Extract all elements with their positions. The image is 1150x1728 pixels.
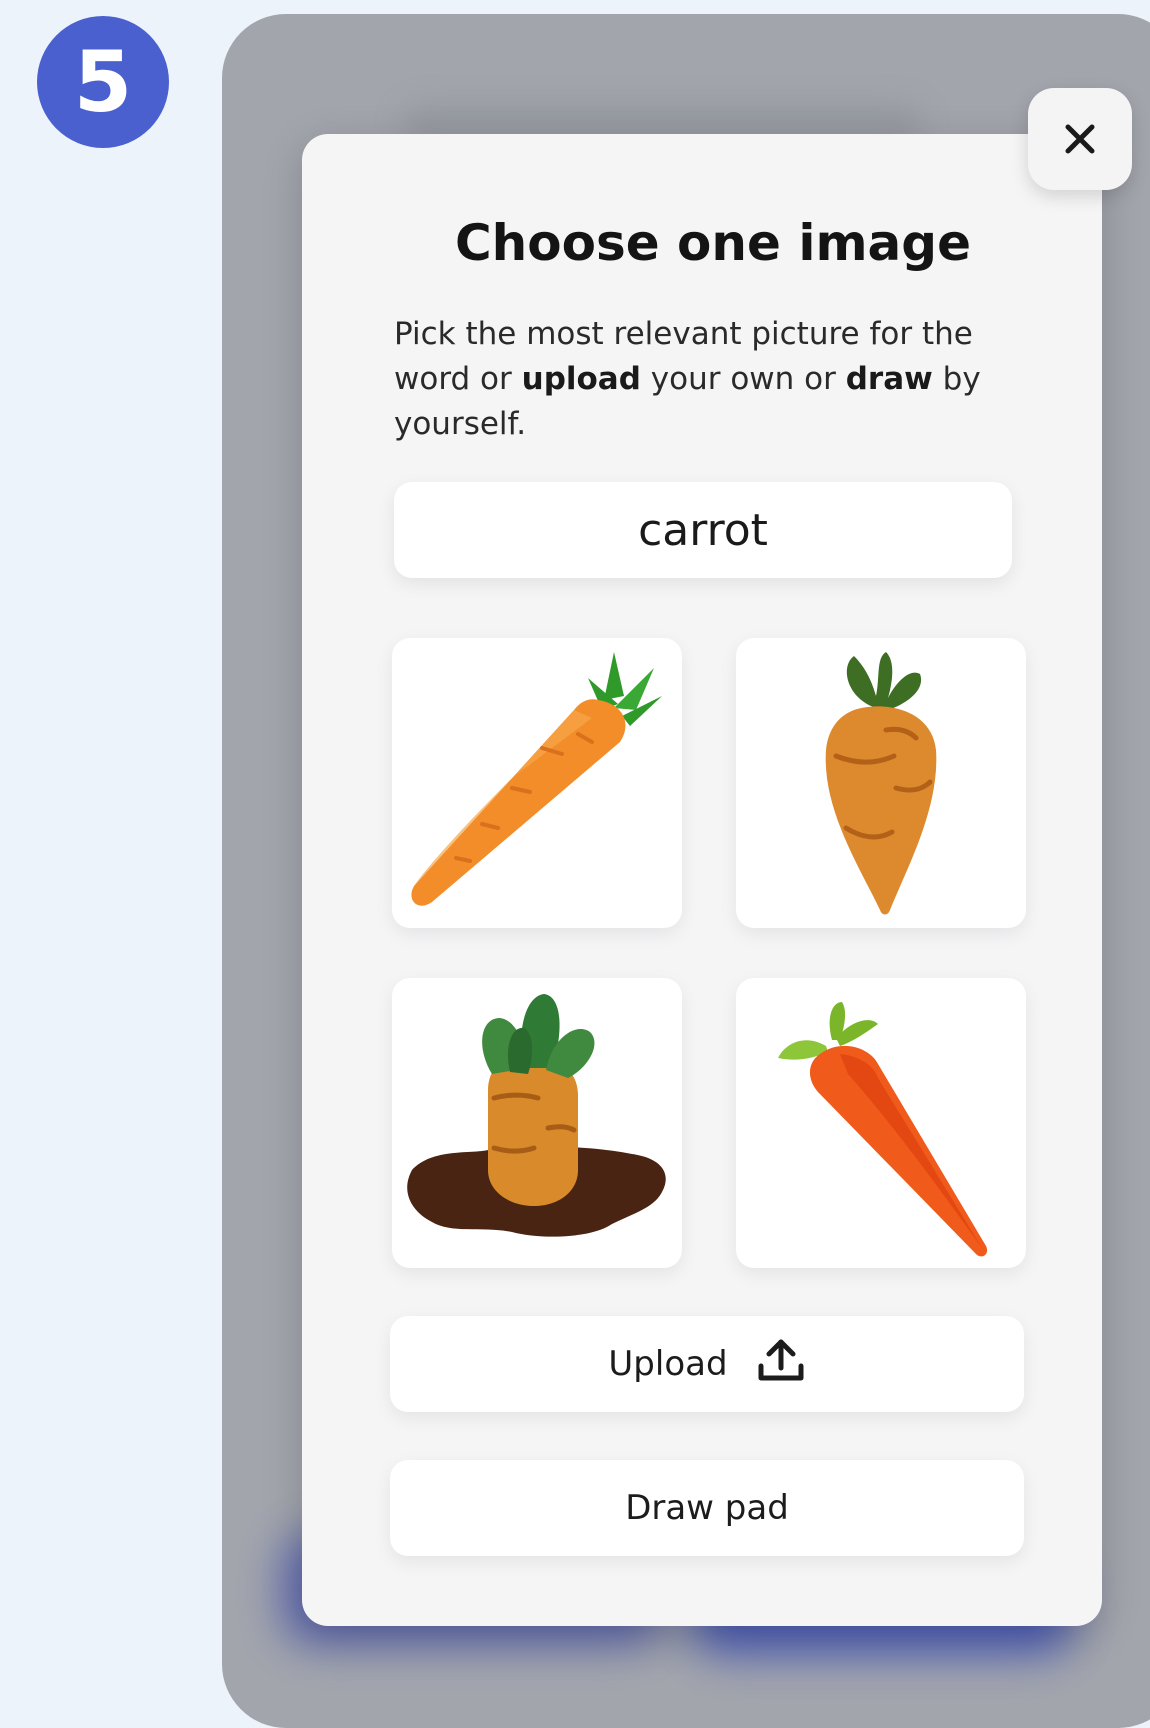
description-bold-upload: upload [521, 361, 641, 397]
image-option-2[interactable] [736, 638, 1026, 928]
carrot-red-diagonal-image [778, 1002, 988, 1257]
image-option-1[interactable] [392, 638, 682, 928]
word-label: carrot [638, 504, 768, 556]
carrot-diagonal-image [411, 652, 662, 906]
modal-description: Pick the most relevant picture for the w… [394, 312, 1014, 447]
draw-pad-label: Draw pad [625, 1488, 789, 1528]
image-option-4[interactable] [736, 978, 1026, 1268]
draw-pad-button[interactable]: Draw pad [390, 1460, 1024, 1556]
step-number-badge: 5 [37, 16, 169, 148]
carrot-in-soil-image [407, 994, 666, 1237]
carrot-upright-image [825, 652, 937, 915]
modal-title: Choose one image [454, 214, 971, 272]
close-button[interactable] [1028, 88, 1132, 190]
close-icon [1065, 124, 1095, 154]
upload-button[interactable]: Upload [390, 1316, 1024, 1412]
upload-label: Upload [608, 1344, 728, 1384]
step-number: 5 [73, 33, 133, 131]
choose-image-modal: Choose one image Pick the most relevant … [302, 134, 1102, 1626]
image-options-grid [390, 638, 1026, 1272]
word-card: carrot [394, 482, 1012, 578]
description-text-2: your own or [640, 361, 846, 397]
upload-icon [756, 1336, 806, 1393]
image-option-3[interactable] [392, 978, 682, 1268]
description-bold-draw: draw [845, 361, 933, 397]
